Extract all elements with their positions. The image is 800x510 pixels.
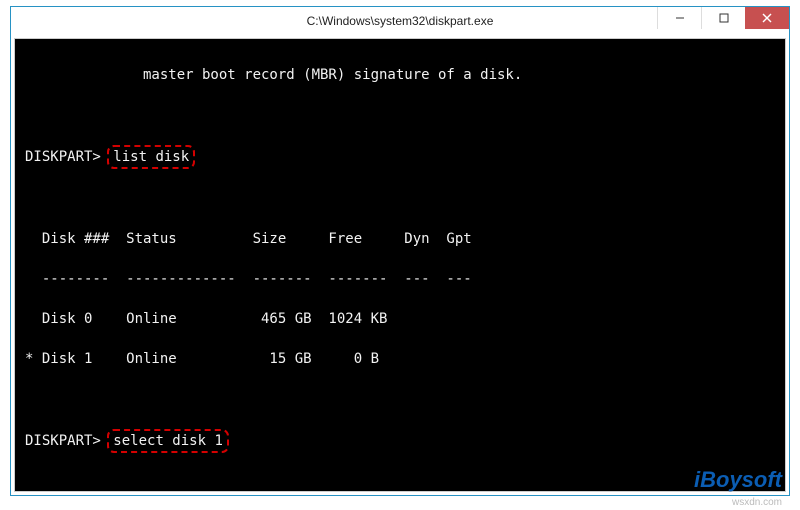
app-window: C:\Windows\system32\diskpart.exe master …	[10, 6, 790, 496]
table-row: * Disk 1 Online 15 GB 0 B	[25, 349, 779, 369]
table-row: Disk 0 Online 465 GB 1024 KB	[25, 309, 779, 329]
prompt: DISKPART>	[25, 149, 101, 165]
command-highlight: select disk 1	[107, 429, 229, 453]
prompt-line: DISKPART> select disk 1	[25, 429, 779, 453]
minimize-button[interactable]	[657, 7, 701, 29]
command-highlight: list disk	[107, 145, 195, 169]
close-button[interactable]	[745, 7, 789, 29]
maximize-button[interactable]	[701, 7, 745, 29]
titlebar: C:\Windows\system32\diskpart.exe	[11, 7, 789, 35]
output-line	[25, 189, 779, 209]
prompt: DISKPART>	[25, 433, 101, 449]
output-line	[25, 473, 779, 492]
table-rule: -------- ------------- ------- ------- -…	[25, 269, 779, 289]
watermark-sub: wsxdn.com	[732, 497, 782, 508]
terminal-output[interactable]: master boot record (MBR) signature of a …	[14, 38, 786, 492]
window-title: C:\Windows\system32\diskpart.exe	[307, 14, 494, 28]
output-line: master boot record (MBR) signature of a …	[25, 65, 779, 85]
output-line	[25, 389, 779, 409]
window-controls	[657, 7, 789, 29]
output-line	[25, 105, 779, 125]
table-header: Disk ### Status Size Free Dyn Gpt	[25, 229, 779, 249]
prompt-line: DISKPART> list disk	[25, 145, 779, 169]
